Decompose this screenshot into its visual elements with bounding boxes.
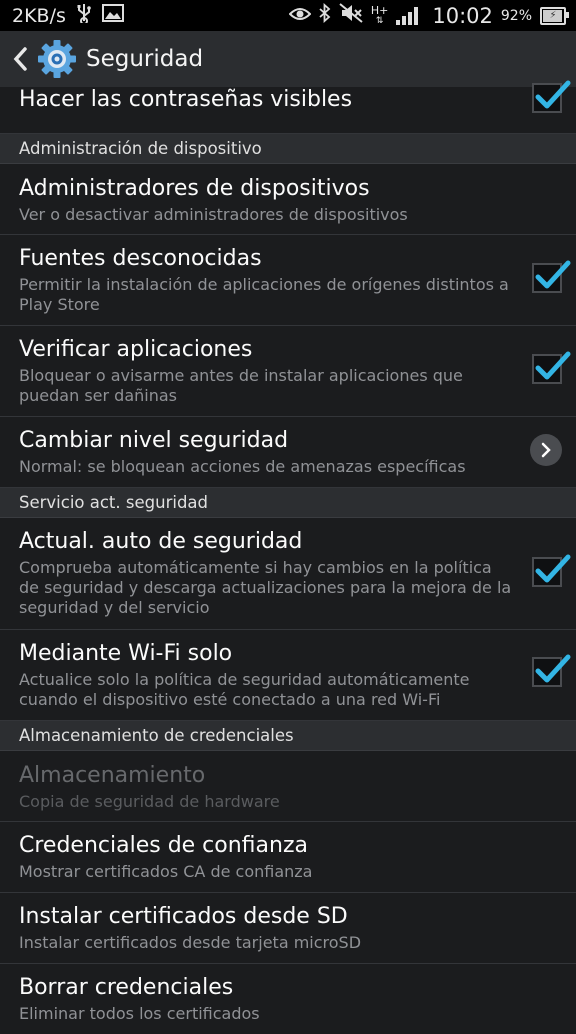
trusted-credentials-summary: Mostrar certificados CA de confianza xyxy=(19,862,313,881)
device-admins-summary: Ver o desactivar administradores de disp… xyxy=(19,205,408,224)
security-level-row[interactable]: Cambiar nivel seguridad Normal: se bloqu… xyxy=(0,417,576,488)
battery-icon: ⚡ xyxy=(540,6,569,25)
mute-icon xyxy=(339,3,363,28)
network-type: H+ ⇅ xyxy=(370,3,389,26)
trusted-credentials-title: Credenciales de confianza xyxy=(19,833,308,858)
wifi-only-row[interactable]: Mediante Wi-Fi solo Actualice solo la po… xyxy=(0,630,576,721)
wifi-only-title: Mediante Wi-Fi solo xyxy=(19,641,233,666)
storage-title: Almacenamiento xyxy=(19,763,206,788)
verify-apps-checkbox[interactable] xyxy=(532,351,571,384)
unknown-sources-title: Fuentes desconocidas xyxy=(19,246,262,271)
chevron-right-icon[interactable] xyxy=(530,434,562,466)
image-icon xyxy=(101,4,124,27)
clock: 10:02 xyxy=(432,3,493,28)
visible-passwords-title: Hacer las contraseñas visibles xyxy=(19,87,353,112)
device-admins-row[interactable]: Administradores de dispositivos Ver o de… xyxy=(0,164,576,235)
wifi-only-summary: Actualice solo la política de seguridad … xyxy=(19,670,470,709)
security-level-title: Cambiar nivel seguridad xyxy=(19,428,289,453)
network-speed: 2KB/s xyxy=(12,4,66,27)
status-bar: 2KB/s H+ ⇅ 10:02 92% ⚡ xyxy=(0,0,576,31)
visible-passwords-row[interactable]: Hacer las contraseñas visibles xyxy=(0,80,576,134)
clear-credentials-summary: Eliminar todos los certificados xyxy=(19,1004,260,1023)
verify-apps-title: Verificar aplicaciones xyxy=(19,337,253,362)
unknown-sources-checkbox[interactable] xyxy=(532,260,571,293)
auto-update-row[interactable]: Actual. auto de seguridad Comprueba auto… xyxy=(0,518,576,630)
storage-summary: Copia de seguridad de hardware xyxy=(19,792,280,811)
clear-credentials-title: Borrar credenciales xyxy=(19,975,234,1000)
eye-icon xyxy=(288,5,312,27)
bluetooth-icon xyxy=(319,2,331,28)
security-level-summary: Normal: se bloquean acciones de amenazas… xyxy=(19,457,466,476)
verify-apps-summary: Bloquear o avisarme antes de instalar ap… xyxy=(19,366,463,405)
back-icon[interactable] xyxy=(6,39,34,79)
auto-update-checkbox[interactable] xyxy=(532,554,571,587)
section-header-credentials: Almacenamiento de credenciales xyxy=(0,721,576,751)
unknown-sources-summary: Permitir la instalación de aplicaciones … xyxy=(19,275,509,314)
auto-update-title: Actual. auto de seguridad xyxy=(19,529,303,554)
auto-update-summary: Comprueba automáticamente si hay cambios… xyxy=(19,558,512,617)
device-admins-title: Administradores de dispositivos xyxy=(19,176,370,201)
gear-icon[interactable] xyxy=(36,38,78,80)
storage-row: Almacenamiento Copia de seguridad de har… xyxy=(0,751,576,822)
trusted-credentials-row[interactable]: Credenciales de confianza Mostrar certif… xyxy=(0,822,576,893)
install-from-sd-summary: Instalar certificados desde tarjeta micr… xyxy=(19,933,362,952)
usb-icon xyxy=(76,3,92,28)
unknown-sources-row[interactable]: Fuentes desconocidas Permitir la instala… xyxy=(0,235,576,326)
battery-percent: 92% xyxy=(500,7,532,24)
page-title: Seguridad xyxy=(86,46,204,72)
action-bar: Seguridad xyxy=(0,31,576,87)
wifi-only-checkbox[interactable] xyxy=(532,654,571,687)
signal-icon xyxy=(396,6,419,25)
section-header-admin: Administración de dispositivo xyxy=(0,134,576,164)
section-admin-label: Administración de dispositivo xyxy=(19,139,262,158)
install-from-sd-row[interactable]: Instalar certificados desde SD Instalar … xyxy=(0,893,576,964)
section-header-service: Servicio act. seguridad xyxy=(0,488,576,518)
section-service-label: Servicio act. seguridad xyxy=(19,493,209,512)
network-type-label: H+ xyxy=(370,3,389,17)
section-credentials-label: Almacenamiento de credenciales xyxy=(19,726,294,745)
settings-list: Hacer las contraseñas visibles Administr… xyxy=(0,80,576,1034)
visible-passwords-checkbox[interactable] xyxy=(532,80,571,113)
verify-apps-row[interactable]: Verificar aplicaciones Bloquear o avisar… xyxy=(0,326,576,417)
install-from-sd-title: Instalar certificados desde SD xyxy=(19,904,348,929)
